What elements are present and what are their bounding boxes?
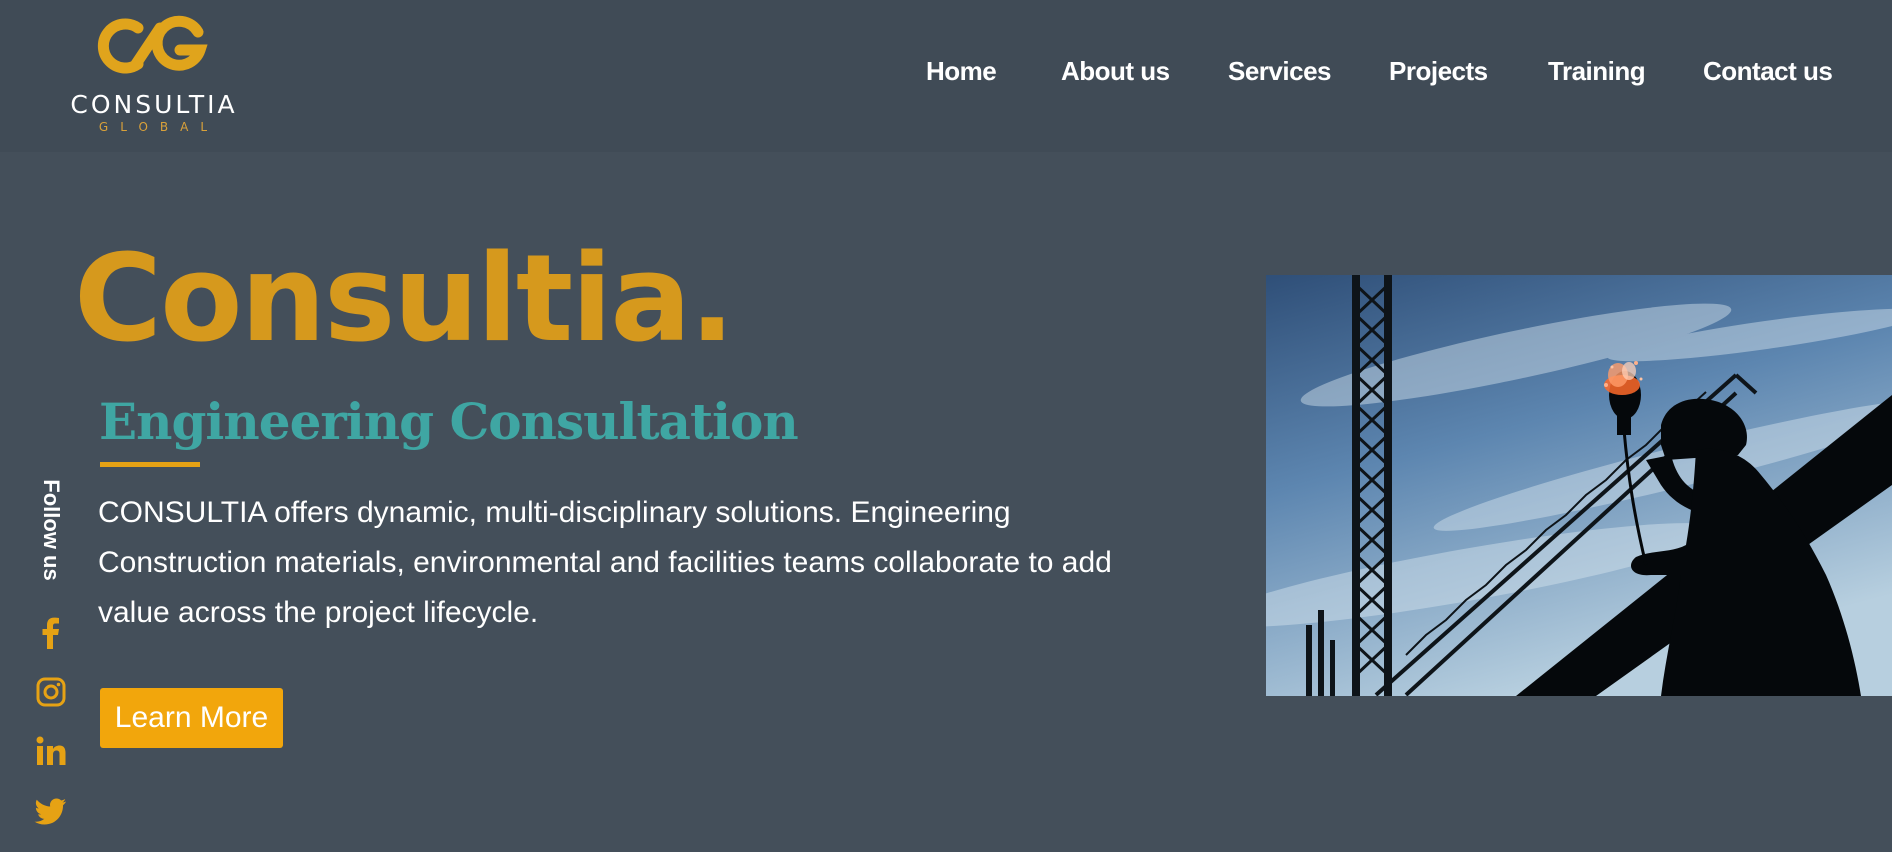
learn-more-button[interactable]: Learn More [100, 688, 283, 748]
facebook-icon[interactable] [34, 616, 68, 650]
site-header: CONSULTIA GLOBAL Home About us Services … [0, 0, 1892, 152]
logo-mark-icon [97, 15, 208, 74]
brand-logo[interactable]: CONSULTIA GLOBAL [66, 14, 242, 136]
nav-contact-us[interactable]: Contact us [1703, 56, 1833, 87]
hero-title: Consultia. [74, 230, 735, 369]
linkedin-icon[interactable] [34, 734, 68, 768]
hero-subtitle: Engineering Consultation [99, 392, 799, 451]
logo-name: CONSULTIA [70, 90, 238, 119]
hero-description: CONSULTIA offers dynamic, multi-discipli… [98, 496, 1112, 629]
nav-services[interactable]: Services [1228, 56, 1331, 87]
follow-us-label: Follow us [26, 475, 76, 585]
nav-projects[interactable]: Projects [1389, 56, 1488, 87]
twitter-icon[interactable] [34, 794, 68, 828]
instagram-icon[interactable] [34, 675, 68, 709]
logo-subtitle: GLOBAL [98, 120, 220, 134]
subtitle-underline [100, 462, 200, 467]
nav-home[interactable]: Home [926, 56, 997, 87]
nav-about-us[interactable]: About us [1061, 56, 1170, 87]
follow-us-text: Follow us [39, 479, 64, 581]
construction-photo [1266, 275, 1892, 696]
nav-training[interactable]: Training [1548, 56, 1646, 87]
